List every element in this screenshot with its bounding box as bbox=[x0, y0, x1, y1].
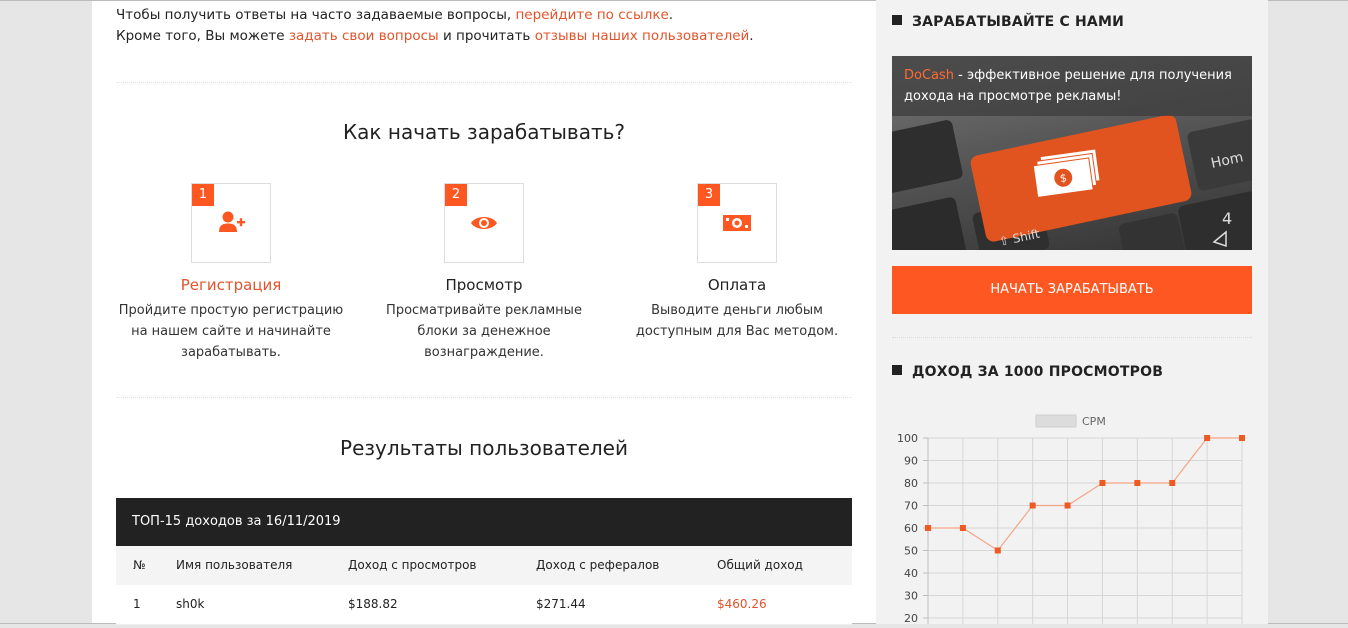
intro-line1-end: . bbox=[668, 7, 674, 23]
y-tick-label: 70 bbox=[904, 500, 918, 513]
cpm-series-line bbox=[928, 437, 1242, 552]
brand-name: DoCash bbox=[904, 68, 955, 83]
start-earning-button[interactable]: НАЧАТЬ ЗАРАБАТЫВАТЬ bbox=[892, 266, 1252, 314]
column-header: Общий доход bbox=[717, 558, 803, 572]
table-row: 1 sh0k $188.82 $271.44 $460.26 bbox=[116, 585, 852, 625]
intro-text: Чтобы получить ответы на часто задаваемы… bbox=[116, 5, 754, 47]
y-tick-label: 20 bbox=[904, 612, 918, 624]
y-tick-label: 40 bbox=[904, 567, 918, 580]
cpm-data-point bbox=[1169, 480, 1176, 486]
step-description: Выводите деньги любым доступным для Вас … bbox=[635, 303, 839, 339]
legend-label: CPM bbox=[1082, 415, 1106, 428]
step-icon-box: 1 bbox=[191, 183, 271, 263]
column-header: Доход с просмотров bbox=[348, 558, 477, 572]
column-header: Доход с рефералов bbox=[536, 558, 660, 572]
main-content: Чтобы получить ответы на часто задаваемы… bbox=[116, 0, 852, 625]
sidebar-divider bbox=[892, 337, 1252, 338]
row-total-income: $460.26 bbox=[717, 597, 767, 611]
row-view-income: $188.82 bbox=[348, 597, 398, 611]
heading-square-icon bbox=[892, 15, 902, 25]
promo-caption-text: DoCash - эффективное решение для получен… bbox=[904, 65, 1244, 107]
step-number: 2 bbox=[445, 184, 467, 206]
step-number: 1 bbox=[192, 184, 214, 206]
step-title[interactable]: Регистрация bbox=[111, 276, 351, 294]
step-description: Просматривайте рекламные блоки за денежн… bbox=[386, 303, 582, 360]
earn-heading: ЗАРАБАТЫВАЙТЕ С НАМИ bbox=[892, 14, 1124, 30]
money-icon bbox=[723, 215, 751, 231]
ask-question-link[interactable]: задать свои вопросы bbox=[289, 28, 439, 44]
heading-square-icon bbox=[892, 365, 902, 375]
faq-link[interactable]: перейдите по ссылке bbox=[515, 7, 668, 23]
cpm-chart-svg: CPM 100 90 80 70 60 50 40 30 20 bbox=[897, 414, 1245, 625]
intro-line2-mid: и прочитать bbox=[438, 28, 535, 44]
cpm-data-point bbox=[1099, 480, 1106, 486]
reviews-link[interactable]: отзывы наших пользователей bbox=[535, 28, 750, 44]
divider bbox=[116, 82, 852, 83]
cpm-data-point bbox=[994, 547, 1001, 554]
promo-caption: DoCash - эффективное решение для получен… bbox=[892, 56, 1252, 116]
intro-line2-text: Кроме того, Вы можете bbox=[116, 28, 289, 44]
table-title: ТОП-15 доходов за 16/11/2019 bbox=[116, 498, 852, 546]
column-header: Имя пользователя bbox=[176, 558, 293, 572]
svg-text:4: 4 bbox=[1222, 209, 1232, 228]
promo-banner[interactable]: $ Hom 4 ⇧ Shift DoCash - эффективное реш… bbox=[892, 56, 1252, 250]
cpm-data-point bbox=[1134, 480, 1141, 486]
earn-heading-text: ЗАРАБАТЫВАЙТЕ С НАМИ bbox=[912, 14, 1124, 30]
divider bbox=[116, 397, 852, 398]
sidebar: ЗАРАБАТЫВАЙТЕ С НАМИ $ Hom 4 ⇧ Shift DoC bbox=[876, 0, 1268, 625]
intro-line1-text: Чтобы получить ответы на часто задаваемы… bbox=[116, 7, 516, 23]
income-heading: ДОХОД ЗА 1000 ПРОСМОТРОВ bbox=[892, 364, 1163, 380]
step-icon-box: 3 bbox=[697, 183, 777, 263]
step-number: 3 bbox=[698, 184, 720, 206]
user-add-icon bbox=[219, 211, 245, 232]
cpm-data-point bbox=[1239, 435, 1245, 441]
cpm-data-point bbox=[959, 525, 966, 531]
step-icon-box: 2 bbox=[444, 183, 524, 263]
y-tick-label: 90 bbox=[904, 455, 918, 468]
y-tick-label: 80 bbox=[904, 477, 918, 490]
step-title: Оплата bbox=[707, 276, 767, 294]
column-header: № bbox=[133, 558, 146, 572]
cpm-chart: CPM 100 90 80 70 60 50 40 30 20 bbox=[876, 400, 1268, 625]
row-referral-income: $271.44 bbox=[536, 597, 586, 611]
intro-line2-end: . bbox=[749, 28, 754, 44]
income-heading-text: ДОХОД ЗА 1000 ПРОСМОТРОВ bbox=[912, 364, 1164, 380]
cpm-data-point bbox=[1204, 435, 1211, 441]
legend-swatch bbox=[1035, 414, 1077, 428]
y-tick-label: 60 bbox=[904, 522, 918, 535]
top-earners-table: ТОП-15 доходов за 16/11/2019 № Имя польз… bbox=[116, 498, 852, 625]
results-title: Результаты пользователей bbox=[340, 436, 628, 460]
step-description: Пройдите простую регистрацию на нашем са… bbox=[118, 303, 344, 360]
cpm-data-point bbox=[1029, 502, 1036, 509]
eye-icon bbox=[471, 217, 497, 229]
y-tick-label: 30 bbox=[904, 590, 918, 603]
row-username: sh0k bbox=[176, 597, 205, 611]
y-tick-label: 100 bbox=[897, 432, 918, 445]
table-header-row: № Имя пользователя Доход с просмотров До… bbox=[116, 546, 852, 585]
y-tick-label: 50 bbox=[904, 545, 918, 558]
cpm-data-point bbox=[925, 525, 931, 531]
step-title: Просмотр bbox=[445, 276, 523, 294]
row-rank: 1 bbox=[133, 597, 141, 611]
promo-description: - эффективное решение для получения дохо… bbox=[904, 68, 1232, 104]
cpm-data-point bbox=[1064, 502, 1071, 509]
how-to-title: Как начать зарабатывать? bbox=[342, 120, 626, 144]
